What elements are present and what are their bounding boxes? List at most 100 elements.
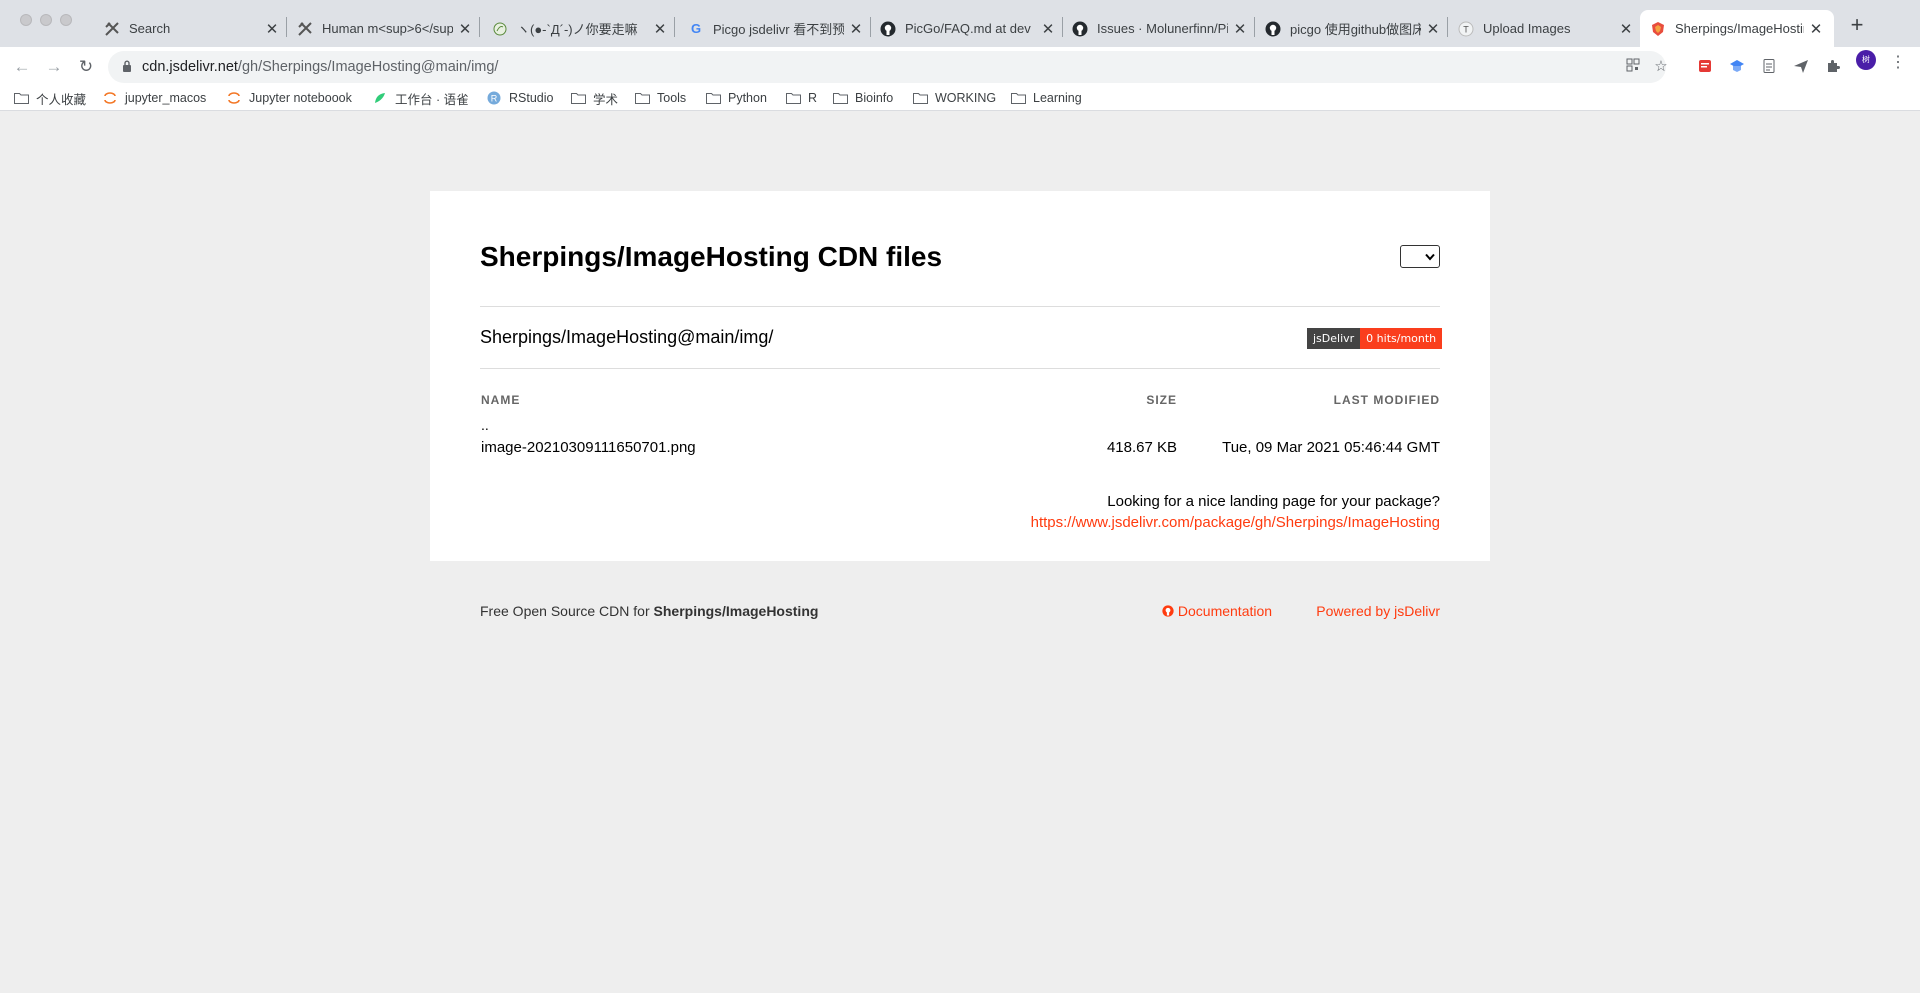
column-header-name: NAME: [481, 393, 521, 407]
qr-code-icon[interactable]: [1624, 58, 1642, 76]
landing-text: Looking for a nice landing page for your…: [1107, 493, 1440, 510]
close-tab-icon[interactable]: ✕: [848, 20, 864, 38]
github-icon: [1072, 21, 1088, 37]
minimize-window-button[interactable]: [40, 14, 52, 26]
documentation-label: Documentation: [1177, 603, 1273, 619]
url-text: cdn.jsdelivr.net/gh/Sherpings/ImageHosti…: [142, 59, 498, 75]
file-listing-card: Sherpings/ImageHosting CDN files Sherpin…: [430, 191, 1490, 561]
file-size: 418.67 KB: [1106, 439, 1177, 456]
bookmark-item[interactable]: Jupyter noteboook: [226, 88, 352, 108]
tab-divider: [674, 17, 675, 37]
extension-red-icon[interactable]: [1696, 58, 1714, 76]
bookmark-label: 学术: [593, 92, 619, 107]
browser-tab-active[interactable]: Sherpings/ImageHosting ✕: [1640, 10, 1834, 47]
star-bookmark-icon[interactable]: ☆: [1652, 58, 1670, 76]
github-icon: [880, 21, 896, 37]
close-tab-icon[interactable]: ✕: [1618, 20, 1634, 38]
current-path: Sherpings/ImageHosting@main/img/: [480, 327, 774, 347]
extension-send-icon[interactable]: [1792, 58, 1810, 76]
folder-icon: [912, 91, 928, 105]
parent-directory-link[interactable]: ..: [481, 417, 489, 433]
bookmark-item[interactable]: Python: [705, 88, 767, 108]
url-path: /gh/Sherpings/ImageHosting@main/img/: [237, 59, 499, 75]
address-bar[interactable]: cdn.jsdelivr.net/gh/Sherpings/ImageHosti…: [108, 51, 1668, 83]
tab-title: Picgo jsdelivr 看不到预览: [713, 22, 844, 37]
landing-page-note: Looking for a nice landing page for your…: [1031, 491, 1440, 533]
rstudio-icon: R: [486, 91, 502, 105]
divider: [480, 306, 1440, 307]
leaf-icon: [492, 21, 508, 37]
documentation-link[interactable]: Documentation: [1162, 603, 1272, 619]
bookmark-item[interactable]: WORKING: [912, 88, 996, 108]
footer-text: Free Open Source CDN for Sherpings/Image…: [480, 603, 818, 619]
close-window-button[interactable]: [20, 14, 32, 26]
hits-badge[interactable]: jsDelivr 0 hits/month: [1307, 328, 1443, 349]
browser-tab[interactable]: Search ✕: [104, 10, 280, 47]
extension-graduation-icon[interactable]: [1728, 58, 1746, 76]
forward-arrow-icon[interactable]: →: [42, 55, 66, 79]
column-header-size: SIZE: [1146, 393, 1177, 407]
bookmark-item[interactable]: 工作台 · 语雀: [372, 88, 469, 108]
browser-tab[interactable]: G Picgo jsdelivr 看不到预览 ✕: [688, 10, 864, 47]
bookmark-item[interactable]: 个人收藏: [13, 88, 86, 108]
tab-divider: [1062, 17, 1063, 37]
bookmark-item[interactable]: jupyter_macos: [102, 88, 206, 108]
footer-prefix: Free Open Source CDN for: [480, 603, 654, 619]
badge-value: 0 hits/month: [1360, 328, 1443, 349]
browser-toolbar: ← → ↻ cdn.jsdelivr.net/gh/Sherpings/Imag…: [0, 47, 1920, 87]
browser-tab[interactable]: T Upload Images ✕: [1458, 10, 1634, 47]
folder-icon: [785, 91, 801, 105]
tab-title: Search: [129, 21, 171, 36]
browser-tab[interactable]: Human m<sup>6</sup>A ✕: [297, 10, 473, 47]
file-name-link[interactable]: image-20210309111650701.png: [481, 439, 696, 456]
bookmark-item[interactable]: 学术: [570, 88, 618, 108]
close-tab-icon[interactable]: ✕: [1232, 20, 1248, 38]
bookmark-label: Jupyter noteboook: [249, 91, 352, 105]
footer-repo: Sherpings/ImageHosting: [653, 603, 819, 619]
jsdelivr-icon: [1650, 21, 1666, 37]
bookmark-label: jupyter_macos: [125, 91, 207, 105]
svg-text:R: R: [491, 94, 498, 104]
bookmarks-bar: 个人收藏 jupyter_macos Jupyter noteboook 工作台…: [0, 87, 1920, 111]
tab-title: Human m<sup>6</sup>A: [322, 21, 453, 36]
close-tab-icon[interactable]: ✕: [652, 20, 668, 38]
divider: [480, 368, 1440, 369]
close-tab-icon[interactable]: ✕: [1040, 20, 1056, 38]
bookmark-item[interactable]: R: [785, 88, 817, 108]
bookmark-label: Tools: [657, 91, 687, 105]
tab-title: Issues · Molunerfinn/PicGo: [1097, 21, 1228, 36]
landing-page-link[interactable]: https://www.jsdelivr.com/package/gh/Sher…: [1031, 514, 1440, 531]
folder-icon: [1010, 91, 1026, 105]
extension-page-icon[interactable]: [1760, 58, 1778, 76]
tab-divider: [286, 17, 287, 37]
browser-tab[interactable]: ヽ(●-`Д´-)ノ你要走嘛 ✕: [492, 10, 668, 47]
bookmark-item[interactable]: Tools: [634, 88, 686, 108]
tab-title: Upload Images: [1483, 21, 1571, 36]
bookmark-label: Python: [728, 91, 767, 105]
version-select[interactable]: [1400, 245, 1440, 268]
bookmark-item[interactable]: Learning: [1010, 88, 1082, 108]
bookmark-item[interactable]: Bioinfo: [832, 88, 893, 108]
tab-divider: [479, 17, 480, 37]
close-tab-icon[interactable]: ✕: [1808, 20, 1824, 38]
tab-title: Sherpings/ImageHosting: [1675, 21, 1804, 36]
extensions-puzzle-icon[interactable]: [1824, 58, 1842, 76]
close-tab-icon[interactable]: ✕: [457, 20, 473, 38]
back-arrow-icon[interactable]: ←: [10, 55, 34, 79]
new-tab-button[interactable]: +: [1843, 12, 1871, 40]
browser-tab[interactable]: Issues · Molunerfinn/PicGo ✕: [1072, 10, 1248, 47]
bookmark-label: 工作台 · 语雀: [395, 92, 469, 107]
zoom-window-button[interactable]: [60, 14, 72, 26]
bookmark-item[interactable]: R RStudio: [486, 88, 553, 108]
column-header-last-modified: LAST MODIFIED: [1333, 393, 1440, 407]
profile-avatar[interactable]: 树: [1856, 50, 1876, 70]
close-tab-icon[interactable]: ✕: [1425, 20, 1441, 38]
close-tab-icon[interactable]: ✕: [264, 20, 280, 38]
more-menu-icon[interactable]: ⋮: [1890, 52, 1906, 72]
reload-icon[interactable]: ↻: [74, 55, 98, 79]
browser-tab[interactable]: picgo 使用github做图床 ✕: [1265, 10, 1441, 47]
powered-by-link[interactable]: Powered by jsDelivr: [1316, 603, 1440, 619]
badge-label: jsDelivr: [1307, 328, 1361, 349]
browser-tab[interactable]: PicGo/FAQ.md at dev ✕: [880, 10, 1056, 47]
t-icon: T: [1458, 21, 1474, 37]
